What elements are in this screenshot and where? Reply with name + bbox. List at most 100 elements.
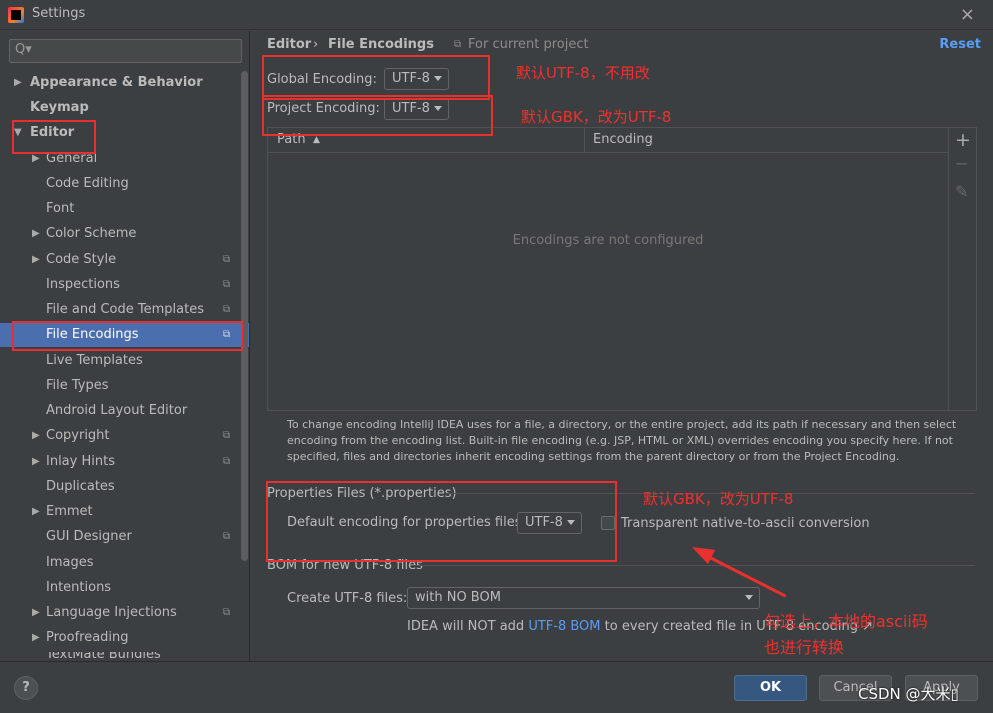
sidebar-item-color-scheme[interactable]: ▶ Color Scheme bbox=[0, 222, 249, 246]
utf8-bom-link[interactable]: UTF-8 BOM bbox=[528, 619, 600, 634]
breadcrumb-separator: › bbox=[313, 37, 319, 52]
sidebar-item-intentions[interactable]: Intentions bbox=[0, 576, 249, 600]
chevron-right-icon[interactable]: ▶ bbox=[32, 222, 40, 246]
sidebar-item-proofreading[interactable]: ▶ Proofreading bbox=[0, 626, 249, 650]
project-scope-icon: ⧉ bbox=[223, 607, 231, 618]
sidebar-item-duplicates[interactable]: Duplicates bbox=[0, 475, 249, 499]
edit-icon[interactable]: ✎ bbox=[955, 182, 968, 201]
sidebar-item-label: Android Layout Editor bbox=[46, 403, 188, 418]
chevron-right-icon[interactable]: ▶ bbox=[32, 450, 40, 474]
sidebar-item-keymap[interactable]: Keymap bbox=[0, 96, 249, 120]
sidebar-item-textmate-bundles[interactable]: TextMate Bundles bbox=[0, 652, 249, 661]
chevron-down-icon bbox=[745, 595, 753, 600]
sidebar-item-file-types[interactable]: File Types bbox=[0, 374, 249, 398]
sidebar-item-label: Copyright bbox=[46, 428, 110, 443]
reset-link[interactable]: Reset bbox=[939, 37, 981, 52]
create-utf8-select[interactable]: with NO BOM bbox=[407, 587, 760, 609]
intellij-app-icon bbox=[8, 7, 24, 23]
annotation-box-project-encoding bbox=[262, 95, 493, 136]
chevron-right-icon[interactable]: ▶ bbox=[32, 626, 40, 650]
sidebar-item-label: Keymap bbox=[30, 100, 89, 115]
sidebar-item-inspections[interactable]: Inspections ⧉ bbox=[0, 273, 249, 297]
encoding-help-text: To change encoding IntelliJ IDEA uses fo… bbox=[287, 418, 957, 463]
add-icon[interactable]: + bbox=[955, 129, 971, 151]
native-to-ascii-label[interactable]: Transparent native-to-ascii conversion bbox=[621, 516, 870, 531]
window-title: Settings bbox=[32, 6, 86, 21]
annotation-properties: 默认GBK，改为UTF-8 bbox=[643, 490, 794, 508]
title-bar: Settings × bbox=[0, 0, 993, 30]
sidebar-item-label: File Types bbox=[46, 378, 109, 393]
annotation-box-editor bbox=[12, 120, 96, 154]
chevron-right-icon[interactable]: ▶ bbox=[32, 248, 40, 272]
sidebar-item-label: Intentions bbox=[46, 580, 112, 595]
sidebar-item-android-layout-editor[interactable]: Android Layout Editor bbox=[0, 399, 249, 423]
sidebar-item-file-code-templates[interactable]: File and Code Templates ⧉ bbox=[0, 298, 249, 322]
breadcrumb-editor[interactable]: Editor bbox=[267, 37, 311, 52]
annotation-checkbox-line1: 勾选上，本地的ascii码 bbox=[764, 612, 928, 631]
bom-note-prefix: IDEA will NOT add bbox=[407, 619, 529, 634]
sidebar-item-label: Proofreading bbox=[46, 630, 129, 645]
table-empty-text: Encodings are not configured bbox=[512, 233, 704, 248]
sidebar-item-font[interactable]: Font bbox=[0, 197, 249, 221]
project-scope-icon: ⧉ bbox=[223, 279, 231, 290]
sidebar-item-label: TextMate Bundles bbox=[46, 652, 161, 661]
table-toolbar: + − ✎ bbox=[949, 127, 977, 411]
annotation-checkbox-line2: 也进行转换 bbox=[764, 638, 845, 657]
project-scope-icon: ⧉ bbox=[223, 304, 231, 315]
section-divider bbox=[411, 565, 975, 566]
chevron-right-icon[interactable]: ▶ bbox=[32, 601, 40, 625]
sidebar-item-appearance[interactable]: ▶ Appearance & Behavior bbox=[0, 71, 249, 95]
sidebar-item-code-editing[interactable]: Code Editing bbox=[0, 172, 249, 196]
sidebar-item-label: Images bbox=[46, 555, 94, 570]
search-icon: Q▾ bbox=[15, 42, 32, 57]
sidebar-item-label: Live Templates bbox=[46, 353, 143, 368]
sidebar-item-label: File and Code Templates bbox=[46, 302, 204, 317]
help-button[interactable]: ? bbox=[14, 676, 38, 700]
project-scope-icon: ⧉ bbox=[223, 254, 231, 265]
sidebar-scrollbar[interactable] bbox=[241, 71, 248, 561]
sidebar-item-label: Inspections bbox=[46, 277, 120, 292]
sidebar-item-images[interactable]: Images bbox=[0, 551, 249, 575]
sidebar-item-language-injections[interactable]: ▶ Language Injections ⧉ bbox=[0, 601, 249, 625]
sidebar-item-label: Appearance & Behavior bbox=[30, 75, 203, 90]
sidebar-item-label: Inlay Hints bbox=[46, 454, 115, 469]
sidebar-item-label: Font bbox=[46, 201, 75, 216]
sidebar-item-label: Code Editing bbox=[46, 176, 129, 191]
column-divider bbox=[584, 128, 585, 153]
chevron-right-icon[interactable]: ▶ bbox=[32, 500, 40, 524]
csdn-watermark: CSDN @大米▯ bbox=[858, 685, 959, 703]
annotation-global: 默认UTF-8，不用改 bbox=[516, 64, 650, 82]
sidebar-item-inlay-hints[interactable]: ▶ Inlay Hints ⧉ bbox=[0, 450, 249, 474]
search-input[interactable] bbox=[36, 42, 236, 60]
chevron-right-icon[interactable]: ▶ bbox=[14, 71, 22, 95]
ok-button[interactable]: OK bbox=[734, 675, 807, 701]
for-current-project-label: For current project bbox=[468, 37, 589, 52]
sidebar-item-label: Emmet bbox=[46, 504, 93, 519]
column-header-encoding[interactable]: Encoding bbox=[593, 132, 653, 147]
sidebar-item-label: Duplicates bbox=[46, 479, 115, 494]
sidebar-item-emmet[interactable]: ▶ Emmet bbox=[0, 500, 249, 524]
project-scope-icon: ⧉ bbox=[223, 430, 231, 441]
sidebar-item-live-templates[interactable]: Live Templates bbox=[0, 349, 249, 373]
sidebar-item-label: GUI Designer bbox=[46, 529, 132, 544]
sidebar-item-label: Code Style bbox=[46, 252, 117, 267]
close-icon[interactable]: × bbox=[960, 4, 975, 25]
remove-icon[interactable]: − bbox=[955, 154, 968, 173]
chevron-right-icon[interactable]: ▶ bbox=[32, 424, 40, 448]
search-box[interactable]: Q▾ bbox=[9, 39, 242, 63]
sidebar-item-copyright[interactable]: ▶ Copyright ⧉ bbox=[0, 424, 249, 448]
project-scope-icon: ⧉ bbox=[223, 456, 231, 467]
dialog-footer: ? OK Cancel Apply CSDN @大米▯ bbox=[0, 661, 993, 713]
sidebar-item-label: Color Scheme bbox=[46, 226, 137, 241]
sidebar-item-code-style[interactable]: ▶ Code Style ⧉ bbox=[0, 248, 249, 272]
annotation-box-properties bbox=[266, 481, 617, 562]
sidebar-item-gui-designer[interactable]: GUI Designer ⧉ bbox=[0, 525, 249, 549]
create-utf8-label: Create UTF-8 files: bbox=[287, 591, 408, 606]
annotation-project: 默认GBK，改为UTF-8 bbox=[521, 108, 672, 126]
encodings-table[interactable]: Path ▲ Encoding Encodings are not config… bbox=[267, 127, 949, 411]
annotation-box-file-encodings bbox=[12, 321, 243, 351]
project-scope-icon: ⧉ bbox=[454, 39, 462, 50]
annotation-box-global-encoding bbox=[262, 55, 490, 100]
page-title: File Encodings bbox=[328, 37, 434, 52]
create-utf8-value: with NO BOM bbox=[415, 590, 501, 605]
